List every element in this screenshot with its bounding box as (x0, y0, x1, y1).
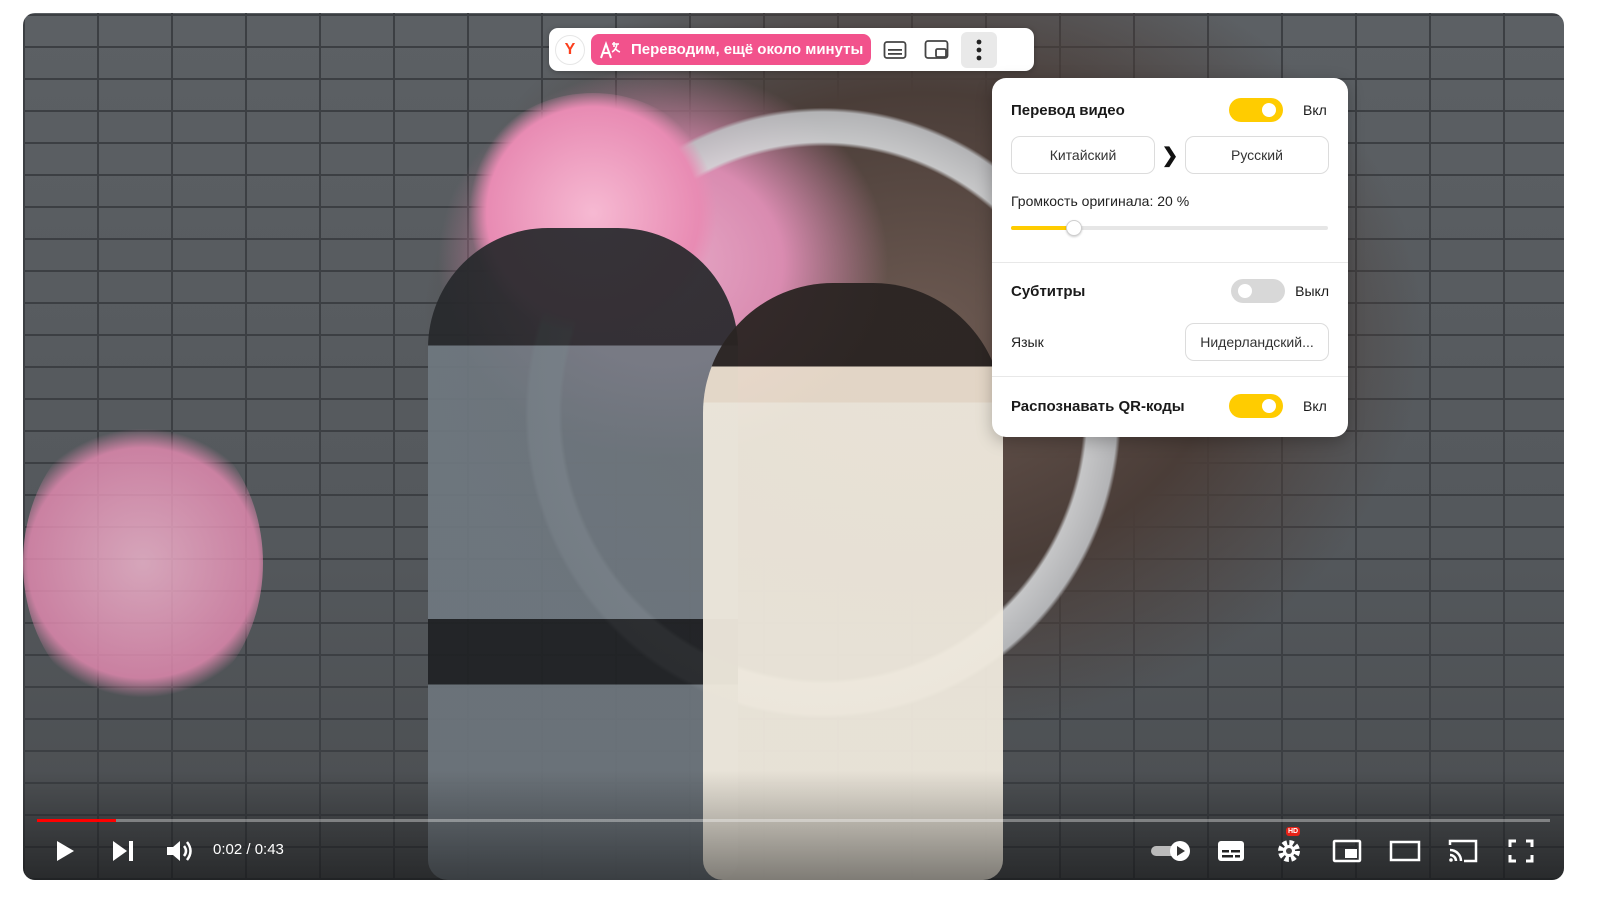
video-translation-row: Перевод видео Вкл (1011, 96, 1329, 124)
original-volume-slider[interactable] (1011, 220, 1328, 236)
next-button[interactable] (103, 831, 143, 871)
play-button[interactable] (45, 831, 85, 871)
qr-codes-row: Распознавать QR-коды Вкл (1011, 392, 1329, 420)
subtitle-language-label: Язык (1011, 334, 1044, 350)
subtitles-icon (883, 40, 907, 59)
progress-played (37, 819, 116, 822)
player-controls: 0:02 / 0:43 HD (23, 827, 1564, 871)
volume-button[interactable] (159, 831, 199, 871)
more-vert-icon (976, 39, 982, 60)
theater-button[interactable] (1385, 831, 1425, 871)
next-icon (113, 841, 133, 861)
translate-status-button[interactable]: Переводим, ещё около минуты (591, 34, 872, 65)
target-language-select[interactable]: Русский (1184, 136, 1329, 174)
subtitles-row: Субтитры Выкл (1011, 277, 1329, 305)
pip-icon (924, 39, 949, 59)
toolbar-subtitles-button[interactable] (877, 32, 913, 68)
settings-button[interactable]: HD (1269, 827, 1309, 871)
volume-icon (167, 841, 192, 861)
source-language-select[interactable]: Китайский (1011, 136, 1155, 174)
subtitles-toggle[interactable] (1231, 279, 1286, 303)
progress-bar[interactable] (37, 819, 1550, 822)
language-pair-row: Китайский ❯ Русский (1011, 136, 1329, 174)
original-volume-label: Громкость оригинала: 20 % (1011, 193, 1190, 209)
translation-settings-panel: Перевод видео Вкл Китайский ❯ Русский Гр… (992, 78, 1348, 437)
video-translation-label: Перевод видео (1011, 101, 1125, 119)
miniplayer-button[interactable] (1327, 831, 1367, 871)
fullscreen-icon (1508, 839, 1534, 863)
hd-badge: HD (1286, 827, 1301, 836)
toolbar-more-button[interactable] (961, 31, 998, 68)
subtitles-button[interactable] (1211, 831, 1251, 871)
translate-icon (600, 40, 621, 58)
translate-status-text: Переводим, ещё около минуты (631, 41, 864, 58)
yandex-logo-icon[interactable]: Y (555, 34, 585, 65)
fullscreen-button[interactable] (1501, 831, 1541, 871)
volume-row: Громкость оригинала: 20 % (1011, 190, 1329, 212)
cast-button[interactable] (1443, 831, 1483, 871)
subtitles-icon (1218, 841, 1244, 861)
subtitle-language-row: Язык Нидерландский... (1011, 323, 1329, 361)
qr-codes-toggle[interactable] (1229, 394, 1283, 418)
translate-toolbar: Y Переводим, ещё около минуты (549, 28, 1034, 71)
autoplay-toggle[interactable] (1147, 831, 1195, 871)
divider (992, 262, 1348, 263)
blossom-branch-image (23, 413, 263, 713)
subtitle-language-select[interactable]: Нидерландский... (1185, 323, 1329, 361)
subtitles-label: Субтитры (1011, 282, 1086, 300)
miniplayer-icon (1332, 839, 1362, 863)
qr-codes-label: Распознавать QR-коды (1011, 397, 1185, 415)
slider-thumb[interactable] (1066, 220, 1083, 236)
play-icon (57, 841, 74, 861)
theater-icon (1389, 840, 1421, 862)
qr-codes-state: Вкл (1303, 398, 1327, 414)
language-arrow-icon: ❯ (1161, 144, 1179, 167)
autoplay-icon (1151, 841, 1190, 861)
video-translation-state: Вкл (1303, 102, 1327, 118)
video-translation-toggle[interactable] (1229, 98, 1283, 122)
subtitles-state: Выкл (1295, 283, 1329, 299)
cast-icon (1448, 839, 1478, 863)
toolbar-pip-button[interactable] (919, 32, 955, 68)
gear-icon (1278, 840, 1300, 862)
time-display: 0:02 / 0:43 (213, 841, 284, 858)
divider (992, 376, 1348, 377)
slider-fill (1011, 226, 1075, 230)
